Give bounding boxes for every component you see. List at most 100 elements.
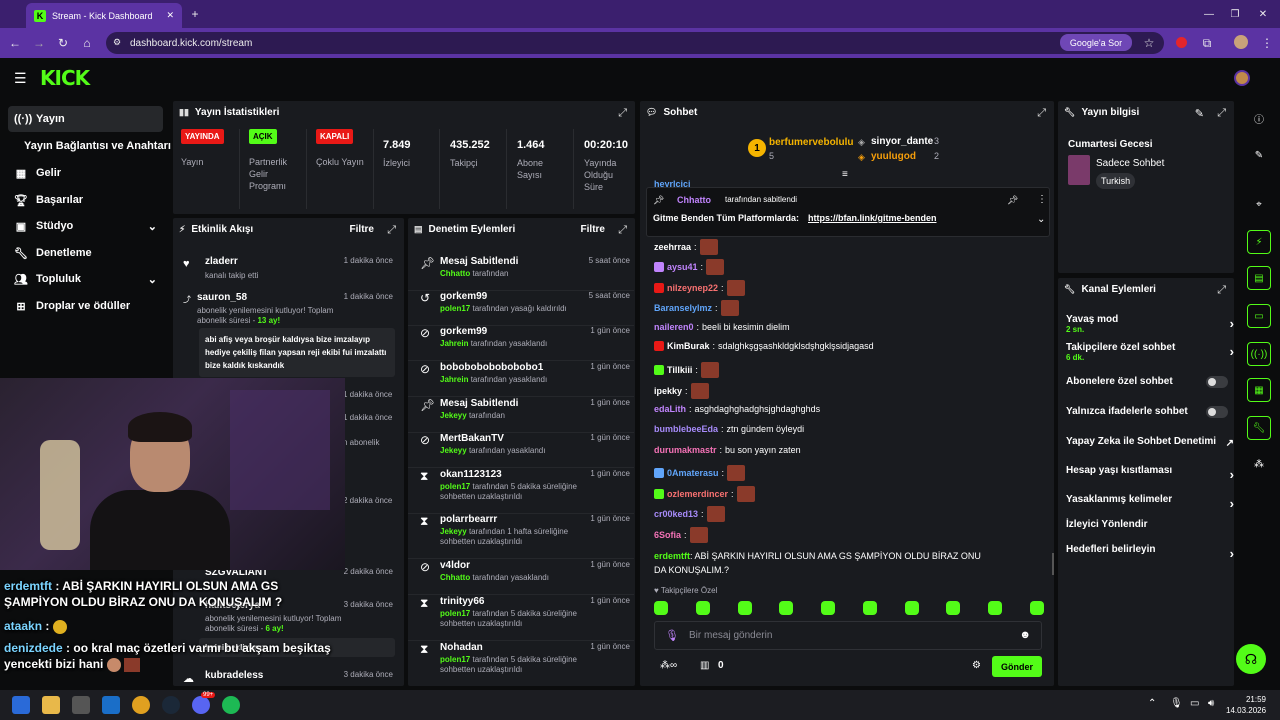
sidebar-item-denetleme[interactable]: 🔧︎ Denetleme (8, 240, 163, 266)
expand-icon[interactable]: ⤢ (618, 224, 627, 237)
chat-username[interactable]: durumakmastr (654, 445, 717, 455)
tray-chevron-icon[interactable]: ⌃ (1148, 698, 1156, 709)
mod-target[interactable]: okan1123123 (440, 469, 502, 480)
chat-username[interactable]: 6Sofia (654, 530, 681, 540)
mod-target[interactable]: trinityy66 (440, 596, 484, 607)
quick-emote[interactable] (821, 601, 836, 615)
lightning-icon[interactable]: ⚡︎ (1247, 230, 1271, 254)
mod-target[interactable]: polarrbearrr (440, 514, 497, 525)
category-name[interactable]: Sadece Sohbet (1096, 158, 1164, 169)
tag-badge[interactable]: Turkish (1096, 173, 1136, 189)
chat-username[interactable]: KimBurak (667, 341, 710, 351)
category-thumbnail[interactable] (1068, 155, 1090, 185)
sidebar-item-studyo[interactable]: ▣ Stüdyo ⌄ (8, 213, 163, 239)
bookmark-star-icon[interactable]: ☆ (1140, 34, 1158, 52)
minimize-icon[interactable]: — (1200, 5, 1218, 23)
sidebar-item-yayin[interactable]: ((·)) Yayın (8, 106, 163, 132)
sidebar-item-stream-key[interactable]: Yayın Bağlantısı ve Anahtarı (18, 133, 173, 159)
chat-username[interactable]: ipekky (654, 386, 682, 396)
steam-icon[interactable] (162, 696, 180, 714)
channel-action-row[interactable]: Yasaklanmış kelimeler › (1066, 494, 1234, 516)
wrench-icon[interactable]: 🔧︎ (1247, 416, 1271, 440)
chat-username[interactable]: naileren0 (654, 322, 694, 332)
spotify-icon[interactable] (222, 696, 240, 714)
quick-emote[interactable] (904, 601, 919, 615)
document-icon[interactable]: ▤ (1247, 266, 1271, 290)
quick-emote[interactable] (695, 601, 710, 615)
mod-target[interactable]: gorkem99 (440, 326, 487, 337)
chat-username[interactable]: Tillkiii (667, 365, 692, 375)
expand-icon[interactable]: ⤢ (618, 107, 627, 120)
site-info-icon[interactable]: ⚙ (113, 37, 121, 48)
back-icon[interactable]: ← (6, 34, 24, 52)
close-tab-icon[interactable]: ✕ (166, 10, 174, 21)
more-icon[interactable]: ⋮ (1037, 194, 1047, 205)
chat-username[interactable]: nilzeynep22 (667, 283, 718, 293)
mod-target[interactable]: Mesaj Sabitlendi (440, 398, 518, 409)
channel-action-row[interactable]: Hedefleri belirleyin › (1066, 544, 1234, 566)
quick-emote[interactable] (737, 601, 752, 615)
forward-icon[interactable]: → (30, 34, 48, 52)
toggle-switch[interactable] (1206, 376, 1228, 388)
browser-tab[interactable]: K Stream - Kick Dashboard ✕ (26, 3, 182, 28)
channel-action-row[interactable]: Yavaş mod 2 sn. › (1066, 314, 1234, 336)
home-icon[interactable]: ⌂ (78, 34, 96, 52)
mod-target[interactable]: Mesaj Sabitlendi (440, 256, 518, 267)
gift-box-icon[interactable]: ▥ (700, 660, 709, 671)
chat-icon[interactable]: ▭ (1247, 304, 1271, 328)
channel-action-row[interactable]: Abonelere özel sohbet (1066, 376, 1234, 398)
edit-pencil-icon[interactable]: ✎ (1247, 143, 1271, 167)
send-button[interactable]: Gönder (992, 656, 1042, 677)
quick-emote[interactable] (946, 601, 961, 615)
more-apps-icon[interactable]: ⁂ (1247, 452, 1271, 476)
sidebar-item-basarilar[interactable]: 🏆︎ Başarılar (8, 187, 163, 213)
chat-username[interactable]: zeehrraa (654, 242, 691, 252)
mod-target[interactable]: v4ldor (440, 560, 470, 571)
broadcast-icon[interactable]: ((·)) (1247, 342, 1271, 366)
google-sor-button[interactable]: Google'a Sor (1060, 34, 1132, 51)
chevron-down-icon[interactable]: ⌄ (1037, 214, 1045, 225)
chat-username[interactable]: Baranselylmz (654, 303, 712, 313)
sidebar-item-topluluk[interactable]: 👥︎ Topluluk ⌄ (8, 266, 163, 292)
mic-icon[interactable]: 🎙︎ (665, 629, 679, 642)
quick-emote[interactable] (779, 601, 794, 615)
chat-input-box[interactable]: 🎙︎ Bir mesaj gönderin ☻ (654, 621, 1042, 650)
mic-icon[interactable]: 🎙︎ (1170, 698, 1183, 709)
profile-avatar-icon[interactable] (1234, 35, 1248, 49)
maximize-icon[interactable]: ❐ (1226, 5, 1244, 23)
support-headset-icon[interactable]: ☊ (1236, 644, 1266, 674)
chat-username[interactable]: 0Amaterasu (667, 468, 719, 478)
chat-scrollbar[interactable] (1052, 553, 1054, 575)
outlook-icon[interactable] (102, 696, 120, 714)
chat-username[interactable]: aysu41 (667, 262, 698, 272)
quick-emote[interactable] (654, 601, 668, 615)
sidebar-item-droplar[interactable]: ⊞ Droplar ve ödüller (8, 293, 163, 319)
chrome-icon[interactable] (132, 696, 150, 714)
chat-username[interactable]: edaLith (654, 404, 686, 414)
settings-gear-icon[interactable]: ⚙ (972, 660, 981, 671)
chat-username[interactable]: bumblebeeEda (654, 424, 718, 434)
sidebar-item-gelir[interactable]: ▦ Gelir (8, 160, 163, 186)
layout-icon[interactable]: ▦ (1247, 378, 1271, 402)
edit-pencil-icon[interactable]: ✎ (1195, 107, 1204, 120)
collapse-leaderboard-icon[interactable]: ≡ (842, 169, 848, 180)
top-gifter-name[interactable]: yuulugod (871, 151, 916, 162)
new-tab-icon[interactable]: + (186, 5, 204, 23)
mod-target[interactable]: bobobobobobobobo1 (440, 362, 543, 373)
url-input[interactable]: dashboard.kick.com/stream (106, 32, 1164, 54)
reload-icon[interactable]: ↻ (54, 34, 72, 52)
chat-username[interactable]: ozlemerdincer (667, 489, 728, 499)
quick-emote[interactable] (862, 601, 877, 615)
unpin-icon[interactable]: 📌︎ (1007, 195, 1018, 206)
chat-username[interactable]: cr00ked13 (654, 509, 698, 519)
channel-action-row[interactable]: İzleyici Yönlendir (1066, 519, 1234, 541)
chat-username[interactable]: erdemtft (654, 551, 690, 561)
expand-icon[interactable]: ⤢ (1217, 107, 1226, 120)
filter-button[interactable]: Filtre (350, 224, 374, 235)
user-avatar[interactable] (1234, 70, 1250, 86)
pinned-link[interactable]: https://bfan.link/gitme-benden (808, 213, 937, 223)
pinned-by[interactable]: Chhatto (677, 195, 711, 205)
toggle-switch[interactable] (1206, 406, 1228, 418)
mod-target[interactable]: MertBakanTV (440, 433, 504, 444)
mod-target[interactable]: Nohadan (440, 642, 483, 653)
